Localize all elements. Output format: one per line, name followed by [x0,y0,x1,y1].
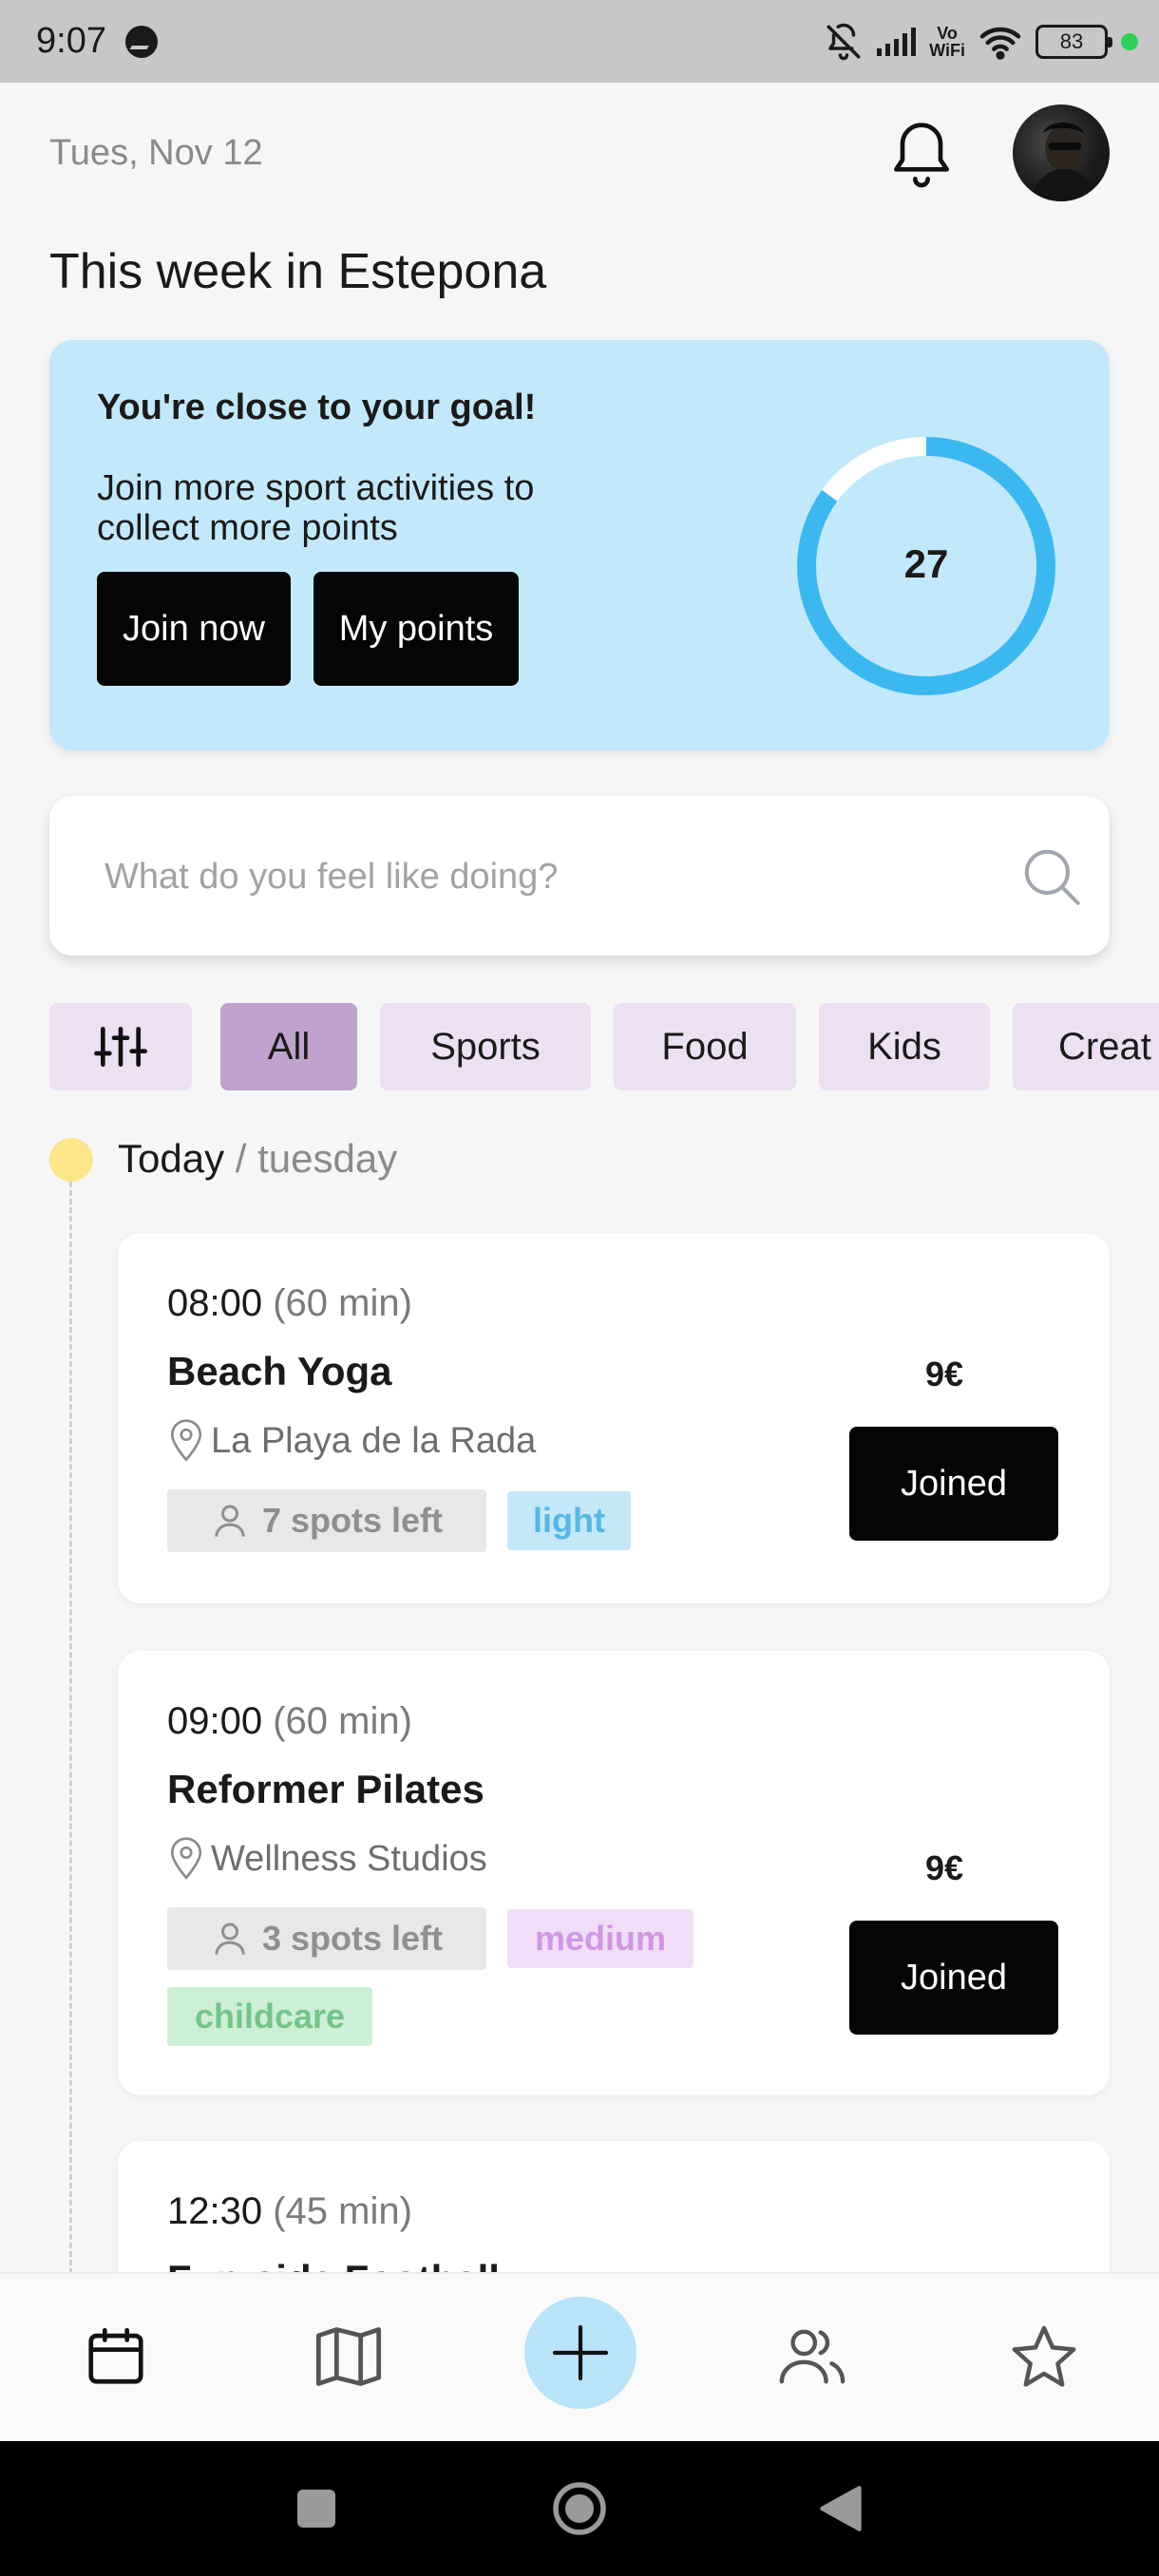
spots-left-label: 7 spots left [261,1501,444,1540]
activity-title: Reformer Pilates [167,1767,484,1811]
recents-button[interactable] [285,2477,348,2540]
filter-chip-creative[interactable]: Creat [1013,1003,1159,1090]
filter-chip-sports[interactable]: Sports [380,1003,591,1090]
activity-price: 9€ [925,1354,964,1393]
page-title: This week in Estepona [49,244,547,299]
map-icon [315,2327,382,2386]
goal-description: Join more sport activities to collect mo… [97,468,535,548]
activity-card[interactable]: 08:00 (60 min) Beach Yoga La Playa de la… [118,1233,1110,1603]
filter-chip-food[interactable]: Food [614,1003,796,1090]
day-label: Today [118,1136,225,1181]
nav-add-button[interactable] [524,2297,636,2409]
day-suffix: / tuesday [224,1136,398,1181]
vowifi-bottom: WiFi [929,40,965,60]
nav-calendar[interactable] [73,2314,159,2399]
header-date: Tues, Nov 12 [49,133,263,173]
sliders-icon [94,1027,147,1067]
status-time: 9:07 [36,21,106,61]
messenger-notification-icon [124,25,158,58]
plus-icon [552,2324,609,2381]
intensity-tag: medium [507,1909,694,1968]
goal-card: You're close to your goal! Join more spo… [49,340,1110,750]
join-now-button[interactable]: Join now [97,572,291,686]
back-triangle-icon [820,2486,862,2531]
spots-left-tag: 7 spots left [167,1489,486,1552]
users-icon [779,2329,846,2384]
activity-card[interactable]: 09:00 (60 min) Reformer Pilates Wellness… [118,1651,1110,2095]
back-button[interactable] [809,2477,872,2540]
location-pin-icon [170,1837,202,1880]
bottom-navigation [0,2272,1159,2441]
activity-time: 09:00 (60 min) [167,1700,412,1743]
day-heading: Today / tuesday [118,1136,397,1182]
activity-duration: (60 min) [262,1700,412,1742]
childcare-tag: childcare [167,1987,372,2046]
vowifi-top: Vo [937,23,958,43]
timeline-dot [49,1138,93,1182]
status-right: Vo WiFi 83 [824,22,1138,62]
system-navigation-bar [0,2441,1159,2576]
bell-muted-icon [826,23,861,60]
search-box [49,796,1110,956]
person-icon [215,1923,245,1955]
battery-icon: 83 [1036,24,1112,59]
nav-map[interactable] [306,2314,391,2399]
signal-icon [877,27,917,56]
activity-start-time: 08:00 [167,1282,263,1324]
status-bar: 9:07 Vo WiFi 83 [0,0,1159,83]
avatar-photo [1032,123,1096,201]
status-left: 9:07 [36,21,158,62]
goal-title: You're close to your goal! [97,388,537,427]
my-points-button[interactable]: My points [314,572,519,686]
activity-location-name: Wellness Studios [211,1838,487,1879]
activity-start-time: 09:00 [167,1700,263,1742]
search-input[interactable] [104,843,960,910]
nav-favorites[interactable] [1001,2314,1087,2399]
search-icon[interactable] [1016,842,1087,912]
location-pin-icon [170,1419,202,1462]
nav-community[interactable] [770,2314,855,2399]
filter-chip-kids[interactable]: Kids [819,1003,990,1090]
calendar-icon [88,2327,143,2384]
bell-icon [894,123,949,188]
joined-button[interactable]: Joined [849,1427,1058,1541]
wifi-icon [979,27,1021,60]
person-icon [215,1505,245,1537]
vowifi-indicator: Vo WiFi [929,25,965,59]
activity-title: Beach Yoga [167,1349,392,1393]
points-progress-ring: 27 [797,437,1055,695]
activity-location: La Playa de la Rada [167,1419,536,1463]
filter-settings-button[interactable] [49,1003,192,1090]
activity-price: 9€ [925,1848,964,1887]
home-button[interactable] [548,2477,611,2540]
activity-location-name: La Playa de la Rada [211,1420,537,1461]
points-value: 27 [904,541,949,586]
privacy-indicator-dot [1121,32,1138,50]
filter-chip-all[interactable]: All [220,1003,357,1090]
star-icon [1012,2325,1076,2387]
spots-left-tag: 3 spots left [167,1907,486,1970]
spots-left-label: 3 spots left [261,1919,444,1958]
activity-duration: (60 min) [262,1282,412,1324]
avatar[interactable] [1013,104,1110,201]
intensity-tag: light [507,1491,631,1550]
notifications-button[interactable] [884,112,960,192]
activity-location: Wellness Studios [167,1837,487,1881]
activity-start-time: 12:30 [167,2190,263,2232]
timeline-line [69,1182,72,2274]
activity-time: 08:00 (60 min) [167,1282,412,1325]
home-circle-icon [553,2482,606,2535]
recents-square-icon [297,2490,335,2528]
activity-time: 12:30 (45 min) [167,2190,412,2233]
activity-duration: (45 min) [262,2190,412,2232]
joined-button[interactable]: Joined [849,1921,1058,2035]
